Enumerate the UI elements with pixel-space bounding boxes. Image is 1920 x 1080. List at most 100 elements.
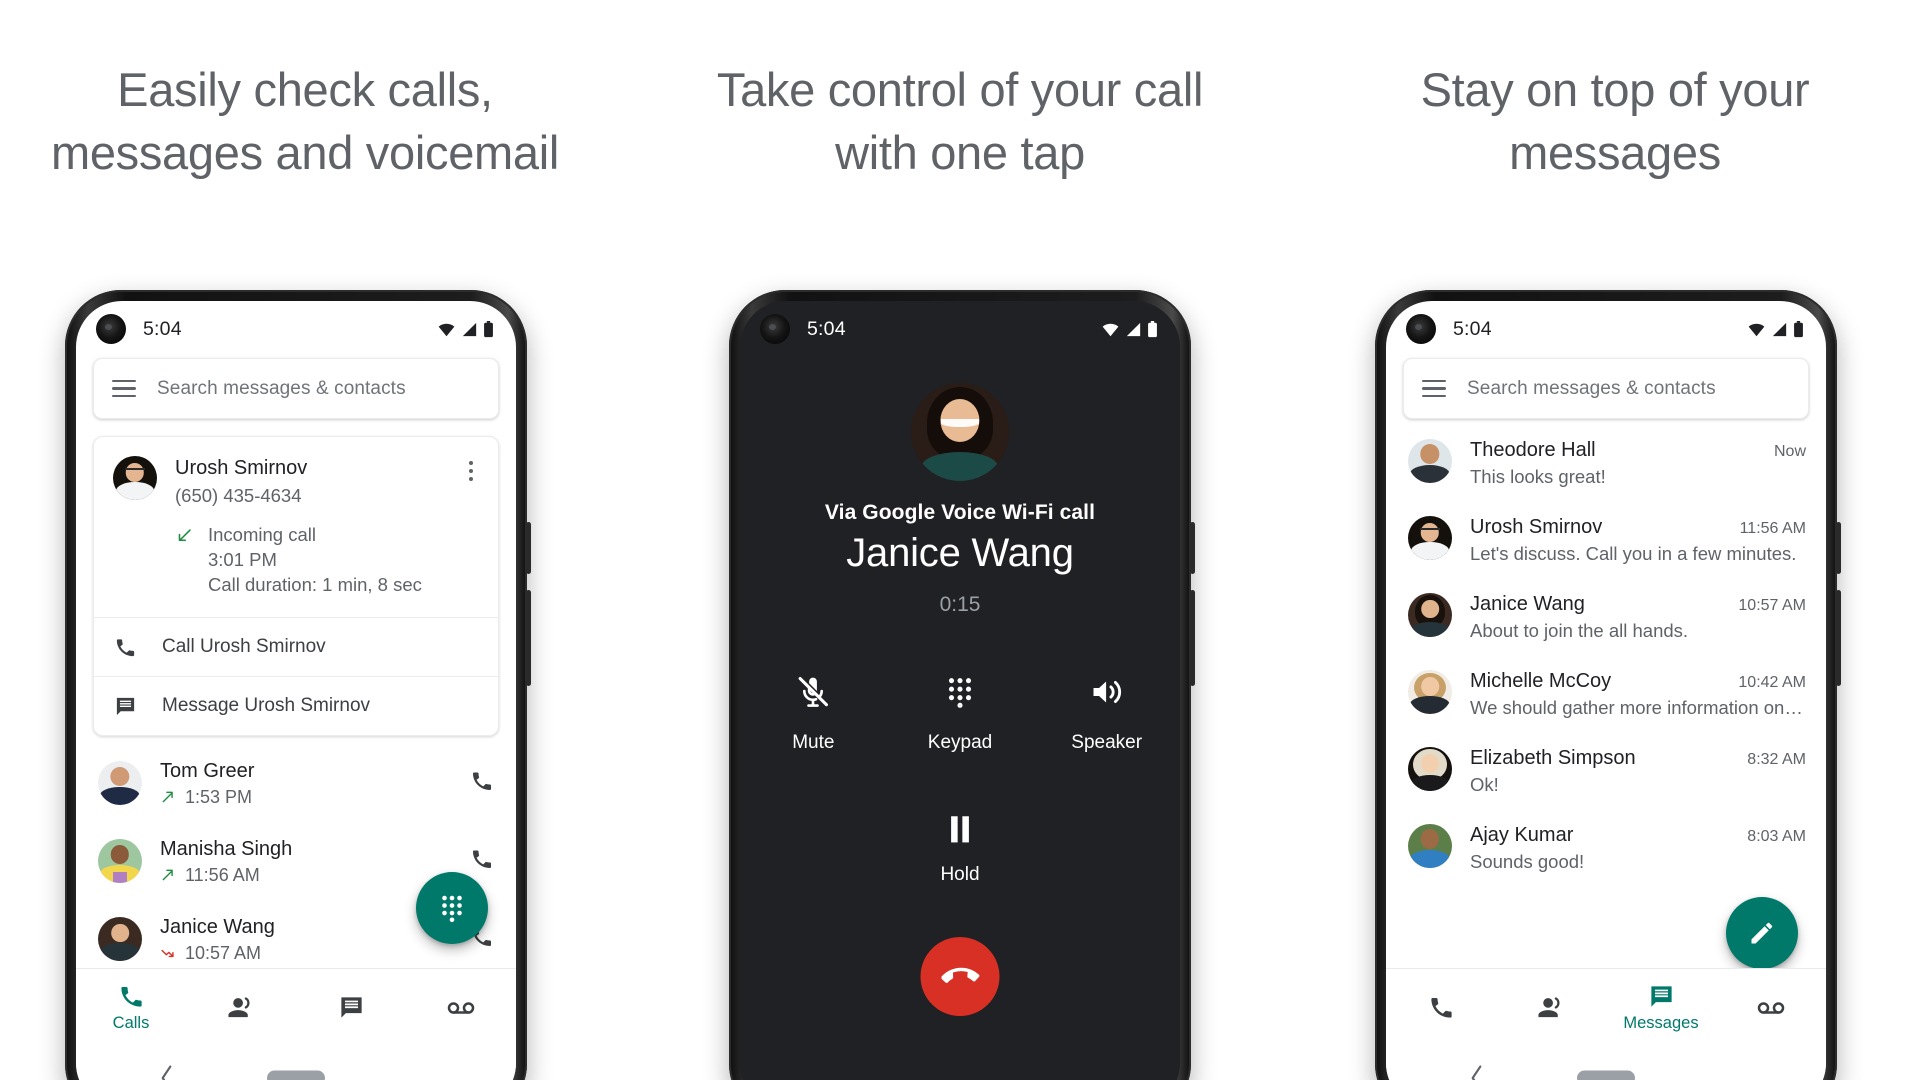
status-time: 5:04: [143, 318, 182, 341]
system-navigation-bar: [1386, 1046, 1826, 1080]
home-pill[interactable]: [1577, 1070, 1635, 1080]
more-vert-icon[interactable]: [460, 456, 482, 597]
call-detail-number: (650) 435-4634: [175, 483, 460, 508]
nav-item-contacts[interactable]: [186, 993, 296, 1022]
mic-off-icon: [795, 674, 831, 710]
camera-hole-icon: [1406, 314, 1436, 344]
panel-in-call: Take control of your call with one tap 5…: [610, 0, 1310, 1080]
thread-preview: Let's discuss. Call you in a few minutes…: [1470, 543, 1806, 565]
call-controls-row: Mute: [740, 669, 1180, 754]
phone-frame-in-call: 5:04 Via Google: [729, 290, 1191, 1080]
thread-preview: This looks great!: [1470, 466, 1806, 488]
control-speaker[interactable]: Speaker: [1033, 669, 1180, 754]
headline-messages: Stay on top of your messages: [1310, 58, 1920, 184]
avatar-callee: [911, 383, 1009, 481]
nav-item-messages[interactable]: Messages: [1606, 983, 1716, 1033]
dialpad-fab-button[interactable]: [416, 872, 488, 944]
pause-icon: [944, 813, 976, 847]
battery-icon: [483, 321, 494, 338]
thread-preview: We should gather more information on…: [1470, 697, 1806, 719]
phone-side-button-volume: [1836, 522, 1841, 574]
camera-hole-icon: [760, 314, 790, 344]
avatar-manisha: [98, 839, 142, 883]
avatar-tom: [98, 761, 142, 805]
thread-preview: About to join the all hands.: [1470, 620, 1806, 642]
phone-icon[interactable]: [470, 847, 496, 876]
status-time: 5:04: [1453, 318, 1492, 341]
nav-item-voicemail[interactable]: [406, 993, 516, 1023]
voicemail-icon: [446, 993, 476, 1023]
wifi-icon: [1747, 322, 1766, 337]
control-mute[interactable]: Mute: [740, 669, 887, 754]
call-detail-card[interactable]: Urosh Smirnov (650) 435-4634 Incoming ca…: [93, 436, 499, 736]
search-input[interactable]: Search messages & contacts: [157, 378, 406, 400]
search-bar[interactable]: Search messages & contacts: [93, 358, 499, 419]
hamburger-menu-icon[interactable]: [112, 380, 136, 398]
action-message-contact[interactable]: Message Urosh Smirnov: [94, 676, 498, 735]
call-row-time: 11:56 AM: [185, 865, 260, 886]
nav-item-voicemail[interactable]: [1716, 993, 1826, 1023]
avatar-urosh: [1408, 516, 1452, 560]
nav-item-calls[interactable]: [1386, 994, 1496, 1021]
back-chevron-icon[interactable]: [158, 1064, 175, 1080]
home-pill[interactable]: [267, 1070, 325, 1080]
call-time: 3:01 PM: [208, 547, 422, 572]
status-bar: 5:04: [740, 301, 1180, 357]
hamburger-menu-icon[interactable]: [1422, 380, 1446, 398]
call-timer: 0:15: [740, 593, 1180, 617]
messages-icon: [338, 994, 365, 1021]
avatar-elizabeth: [1408, 747, 1452, 791]
list-item[interactable]: Theodore Hall Now This looks great!: [1386, 425, 1826, 502]
control-hold[interactable]: Hold: [740, 813, 1180, 886]
call-callee-name: Janice Wang: [740, 531, 1180, 576]
call-row-name: Manisha Singh: [160, 837, 470, 862]
phone-icon[interactable]: [470, 769, 496, 798]
control-mute-label: Mute: [792, 732, 834, 754]
phone-screen-in-call: 5:04 Via Google: [740, 301, 1180, 1080]
status-time: 5:04: [807, 318, 846, 341]
compose-fab-button[interactable]: [1726, 897, 1798, 969]
call-end-icon: [941, 958, 979, 996]
compose-pencil-icon: [1747, 918, 1777, 948]
nav-item-calls[interactable]: Calls: [76, 983, 186, 1033]
phone-screen-calls: 5:04 Search messages & contacts: [76, 301, 516, 1080]
call-row-time: 1:53 PM: [185, 787, 252, 808]
volume-up-icon: [1089, 674, 1125, 710]
nav-item-messages[interactable]: [296, 994, 406, 1021]
list-item[interactable]: Elizabeth Simpson 8:32 AM Ok!: [1386, 733, 1826, 810]
call-row[interactable]: Tom Greer 1:53 PM: [76, 744, 516, 822]
avatar-michelle: [1408, 670, 1452, 714]
outgoing-call-arrow-icon: [160, 789, 176, 805]
control-keypad[interactable]: Keypad: [887, 669, 1034, 754]
message-icon: [114, 695, 140, 718]
contacts-icon: [227, 993, 256, 1022]
status-bar: 5:04: [76, 301, 516, 357]
list-item[interactable]: Michelle McCoy 10:42 AM We should gather…: [1386, 656, 1826, 733]
list-item[interactable]: Ajay Kumar 8:03 AM Sounds good!: [1386, 810, 1826, 887]
action-call-label: Call Urosh Smirnov: [162, 636, 326, 658]
panel-calls: Easily check calls, messages and voicema…: [0, 0, 610, 1080]
call-detail-header: Urosh Smirnov (650) 435-4634 Incoming ca…: [94, 437, 498, 617]
promo-screenshot-canvas: Easily check calls, messages and voicema…: [0, 0, 1920, 1080]
thread-preview: Sounds good!: [1470, 851, 1806, 873]
list-item[interactable]: Urosh Smirnov 11:56 AM Let's discuss. Ca…: [1386, 502, 1826, 579]
missed-call-arrow-icon: [160, 945, 176, 961]
list-item[interactable]: Janice Wang 10:57 AM About to join the a…: [1386, 579, 1826, 656]
action-call-contact[interactable]: Call Urosh Smirnov: [94, 617, 498, 676]
end-call-button[interactable]: [921, 937, 1000, 1016]
battery-icon: [1793, 321, 1804, 338]
nav-label-messages: Messages: [1623, 1014, 1698, 1033]
thread-preview: Ok!: [1470, 774, 1806, 796]
headline-calls: Easily check calls, messages and voicema…: [0, 58, 610, 184]
back-chevron-icon[interactable]: [1468, 1064, 1485, 1080]
status-bar: 5:04: [1386, 301, 1826, 357]
nav-label-calls: Calls: [113, 1014, 150, 1033]
dialpad-icon: [943, 675, 977, 709]
contacts-icon: [1537, 993, 1566, 1022]
avatar-janice: [1408, 593, 1452, 637]
search-bar[interactable]: Search messages & contacts: [1403, 358, 1809, 419]
thread-time: 8:32 AM: [1747, 751, 1806, 769]
call-detail-name: Urosh Smirnov: [175, 456, 460, 481]
search-input[interactable]: Search messages & contacts: [1467, 378, 1716, 400]
nav-item-contacts[interactable]: [1496, 993, 1606, 1022]
